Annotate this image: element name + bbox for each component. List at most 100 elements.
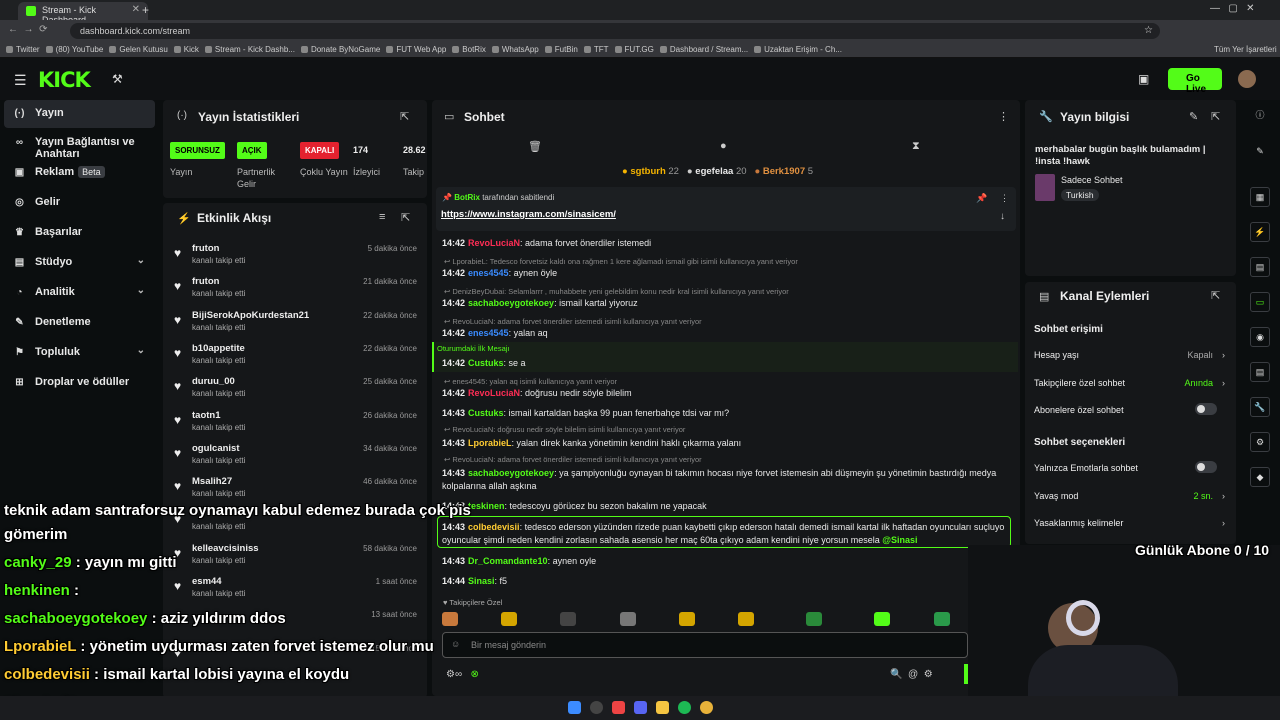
nav-buttons[interactable]: ← → ⟳ — [8, 24, 48, 35]
followers-only-row[interactable]: Takipçilere özel sohbet Anında › — [1034, 378, 1229, 388]
chat-message[interactable]: 14:43 teskinen: tedescoyu görücez bu sezo… — [442, 500, 1017, 513]
app-icon[interactable] — [612, 701, 625, 714]
hammer-icon[interactable]: ⚒ — [112, 72, 123, 86]
edit-icon[interactable]: ✎ — [1189, 110, 1198, 123]
chat-tool-icons[interactable]: 🔍 @ ⚙ — [890, 669, 933, 680]
diamond-icon[interactable]: ◆ — [1250, 467, 1270, 487]
chat-username[interactable]: Custuks — [468, 408, 504, 418]
browser-tab[interactable]: Stream - Kick Dashboard ✕ — [18, 2, 148, 25]
pinned-link[interactable]: https://www.instagram.com/sinasicem/ — [441, 209, 616, 220]
banned-words-row[interactable]: Yasaklanmış kelimeler › — [1034, 518, 1229, 528]
follower-name[interactable]: Msalih27 — [192, 476, 232, 487]
chat-input[interactable]: ☺ Bir mesaj gönderin — [442, 632, 968, 658]
chat-username[interactable]: Dr_Comandante10 — [468, 556, 548, 566]
chat-message[interactable]: 14:42 enes4545: aynen öyle — [442, 267, 1017, 280]
chat-message[interactable]: 14:42 RevoLuciaN: doğrusu nedir söyle bil… — [442, 387, 1017, 400]
stream-settings-icon[interactable]: ▣ — [1138, 72, 1149, 86]
expand-icon[interactable]: ↓ — [1000, 211, 1005, 222]
chat-username[interactable]: RevoLuciaN — [468, 238, 520, 248]
chat-username[interactable]: teskinen — [468, 501, 505, 511]
bookmark-item[interactable]: WhatsApp — [492, 45, 539, 54]
bookmark-item[interactable]: Donate ByNoGame — [301, 45, 380, 54]
follower-name[interactable]: b10appetite — [192, 343, 245, 354]
sidebar-item-1[interactable]: ∞ Yayın Bağlantısı ve Anahtarı — [4, 129, 155, 160]
sidebar-item-9[interactable]: ⊞ Droplar ve ödüller — [4, 369, 155, 397]
bookmark-item[interactable]: FUT Web App — [386, 45, 446, 54]
bookmark-item[interactable]: Stream - Kick Dashb... — [205, 45, 295, 54]
follower-name[interactable]: fruton — [192, 276, 219, 287]
menu-icon[interactable]: ☰ — [14, 72, 27, 89]
emote-only-toggle[interactable] — [1195, 461, 1217, 473]
mention[interactable]: @Sinasi — [882, 535, 917, 545]
chat-message[interactable]: 14:42 Custuks: se a — [442, 357, 1017, 370]
list-item[interactable]: ♥ kelleavcisiniss kanalı takip etti 58 daki… — [170, 541, 423, 574]
chat-username[interactable]: colbedevisii — [468, 522, 520, 532]
search-icon[interactable] — [590, 701, 603, 714]
avatar[interactable] — [1238, 70, 1256, 88]
bookmark-item[interactable]: Twitter — [6, 45, 40, 54]
chat-username[interactable]: RevoLuciaN — [468, 388, 520, 398]
account-age-row[interactable]: Hesap yaşı Kapalı › — [1034, 350, 1229, 360]
bookmark-item[interactable]: FutBin — [545, 45, 578, 54]
new-tab-icon[interactable]: + — [142, 3, 149, 17]
sidebar-item-0[interactable]: (·) Yayın — [4, 100, 155, 128]
chat-message[interactable]: 14:43 Dr_Comandante10: aynen oyle — [442, 555, 1017, 568]
follower-name[interactable]: BijiSerokApoKurdestan21 — [192, 310, 309, 321]
chat-username[interactable]: LporabieL — [468, 438, 512, 448]
popout-icon[interactable]: ⇱ — [401, 211, 410, 224]
list-item[interactable]: ♥ b10appetite kanalı takip etti 22 dakika ö… — [170, 341, 423, 374]
chrome-icon[interactable] — [700, 701, 713, 714]
server-icon[interactable]: ▤ — [1250, 362, 1270, 382]
chat-username[interactable]: Custuks — [468, 358, 504, 368]
settings-icon[interactable]: ⚙ — [1250, 432, 1270, 452]
emoji-icon[interactable]: ☺ — [451, 639, 460, 649]
pen-icon[interactable]: ✎ — [1250, 142, 1270, 162]
chat-message[interactable]: 14:43 sachaboeygotekoey: ya şampiyonluğu … — [442, 467, 1017, 493]
hourglass-icon[interactable]: ⧗ — [912, 140, 920, 153]
close-icon[interactable]: ✕ — [132, 4, 140, 15]
chat-username[interactable]: Sinasi — [468, 576, 495, 586]
bookmark-star-icon[interactable]: ☆ — [1144, 25, 1153, 36]
leader-name[interactable]: egefelaa — [695, 166, 733, 177]
slow-mode-row[interactable]: Yavaş mod 2 sn. › — [1034, 491, 1229, 501]
popout-icon[interactable]: ⇱ — [400, 110, 409, 123]
chat-settings-icons[interactable]: ⚙∞ ⊗ — [446, 669, 479, 680]
go-live-button[interactable]: Go Live — [1168, 68, 1222, 95]
bookmark-item[interactable]: (80) YouTube — [46, 45, 104, 54]
wrench-icon[interactable]: 🔧 — [1250, 397, 1270, 417]
sidebar-item-7[interactable]: ✎ Denetleme — [4, 309, 155, 337]
follower-name[interactable]: taotn1 — [192, 410, 221, 421]
chat-message[interactable]: 14:43 colbedevisii: tedesco ederson yüzün… — [442, 521, 1017, 547]
media-icon[interactable]: ▦ — [1250, 187, 1270, 207]
kick-logo[interactable]: KICK — [38, 68, 91, 92]
chat-icon[interactable]: ▭ — [1250, 292, 1270, 312]
leader-name[interactable]: sgtburh — [630, 166, 665, 177]
more-icon[interactable]: ⋮ — [998, 110, 1009, 123]
emote[interactable] — [620, 612, 636, 626]
emote[interactable] — [442, 612, 458, 626]
follower-name[interactable]: duruu_00 — [192, 376, 235, 387]
emote[interactable] — [934, 612, 950, 626]
sidebar-item-5[interactable]: ▤ Stüdyo ⌄ — [4, 249, 155, 277]
emote[interactable] — [679, 612, 695, 626]
info-icon[interactable]: ⓘ — [1250, 106, 1270, 126]
sidebar-item-6[interactable]: ◔ Analitik ⌄ — [4, 279, 155, 307]
address-bar[interactable]: dashboard.kick.com/stream — [70, 23, 1160, 39]
list-item[interactable]: ♥ taotn1 kanalı takip etti 26 dakika önce — [170, 408, 423, 441]
trash-icon[interactable]: 🗑 — [528, 140, 542, 153]
bookmark-item[interactable]: Uzaktan Erişim - Ch... — [754, 45, 842, 54]
list-item[interactable]: ♥ ogulcanist kanalı takip etti 34 dakika ön… — [170, 441, 423, 474]
discord-icon[interactable] — [634, 701, 647, 714]
follower-name[interactable]: kelleavcisiniss — [192, 543, 259, 554]
sidebar-item-3[interactable]: ◎ Gelir — [4, 189, 155, 217]
chat-message[interactable]: 14:42 enes4545: yalan aq — [442, 327, 1017, 340]
category-name[interactable]: Sadece Sohbet — [1061, 175, 1123, 185]
chat-username[interactable]: enes4545 — [468, 268, 509, 278]
grid-icon[interactable]: ▤ — [1250, 257, 1270, 277]
all-bookmarks[interactable]: Tüm Yer İşaretleri — [1214, 45, 1277, 54]
emote[interactable] — [501, 612, 517, 626]
chat-username[interactable]: sachaboeygotekoey — [468, 298, 554, 308]
list-item[interactable]: ♥ BijiSerokApoKurdestan21 kanalı takip ett… — [170, 308, 423, 341]
chat-message[interactable]: 14:44 Sinasi: f5 — [442, 575, 1017, 588]
windows-start-icon[interactable] — [568, 701, 581, 714]
